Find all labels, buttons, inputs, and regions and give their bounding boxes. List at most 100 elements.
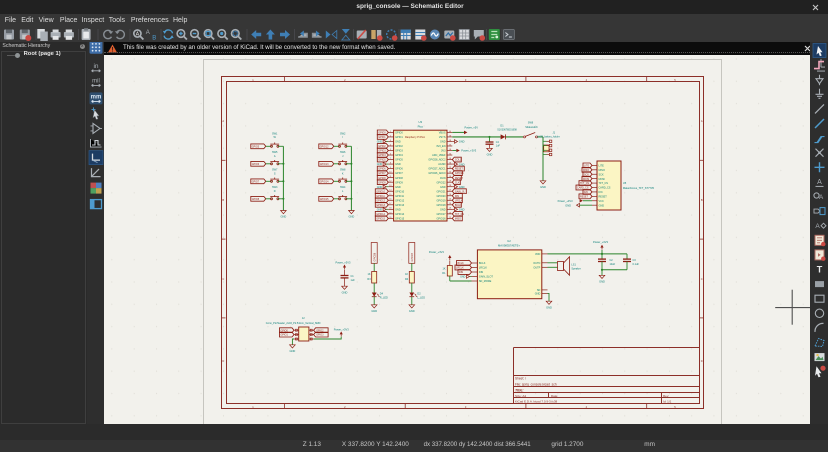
- svg-text:Date:: Date:: [551, 394, 558, 398]
- svg-text:39: 39: [449, 135, 451, 137]
- svg-text:GND: GND: [290, 349, 296, 353]
- svg-text:GND: GND: [535, 293, 541, 296]
- svg-text:GPIO0: GPIO0: [395, 132, 403, 135]
- svg-text:GPIO15: GPIO15: [395, 217, 405, 220]
- svg-text:25: 25: [449, 199, 451, 201]
- svg-text:D/C: D/C: [599, 191, 604, 194]
- svg-text:GPIO3: GPIO3: [378, 150, 386, 153]
- svg-text:16: 16: [389, 199, 391, 201]
- svg-text:GPIO14: GPIO14: [395, 213, 405, 216]
- svg-text:GND: GND: [395, 163, 401, 166]
- svg-text:D: D: [274, 190, 276, 193]
- svg-text:GPIO17: GPIO17: [436, 213, 446, 216]
- svg-text:in: in: [93, 63, 98, 70]
- svg-text:11: 11: [389, 176, 391, 178]
- svg-text:LRCLK: LRCLK: [455, 199, 463, 202]
- svg-text:LITE: LITE: [599, 165, 605, 168]
- svg-text:S1X30676D01698: S1X30676D01698: [497, 129, 517, 132]
- svg-text:GPIO5: GPIO5: [378, 159, 386, 162]
- svg-text:mm: mm: [91, 94, 102, 100]
- svg-text:BCLK: BCLK: [479, 262, 486, 265]
- svg-text:GPIO28_ADC2: GPIO28_ADC2: [428, 159, 446, 162]
- svg-text:A: A: [815, 223, 820, 230]
- svg-text:CARD_CS: CARD_CS: [599, 187, 611, 190]
- svg-text:GPIO27_ADC1: GPIO27_ADC1: [428, 168, 446, 171]
- svg-text:22: 22: [449, 212, 451, 214]
- svg-text:GPIO13: GPIO13: [376, 204, 385, 207]
- svg-text:C: C: [701, 277, 703, 281]
- svg-text:GPIO6: GPIO6: [395, 168, 403, 171]
- svg-text:12: 12: [389, 181, 391, 183]
- svg-text:B: B: [222, 198, 224, 202]
- svg-text:GPIO26: GPIO26: [455, 172, 464, 175]
- svg-text:DIN: DIN: [479, 271, 484, 274]
- svg-text:SW7: SW7: [272, 169, 278, 172]
- svg-text:GPIO10: GPIO10: [376, 190, 385, 193]
- svg-text:OUTN: OUTN: [533, 262, 540, 265]
- svg-text:GND: GND: [565, 203, 571, 207]
- svg-text:GPIO4: GPIO4: [395, 154, 403, 157]
- svg-text:GPIO8: GPIO8: [378, 177, 386, 180]
- svg-text:OUTP: OUTP: [533, 266, 540, 269]
- svg-text:9: 9: [390, 167, 391, 169]
- svg-text:36: 36: [449, 149, 451, 151]
- svg-text:GPIO28: GPIO28: [373, 252, 376, 261]
- svg-text:GPIO19: GPIO19: [436, 199, 446, 202]
- svg-text:GPIO8: GPIO8: [395, 177, 403, 180]
- svg-text:Power_+5V: Power_+5V: [465, 126, 479, 130]
- svg-text:GPIO7: GPIO7: [252, 180, 260, 183]
- svg-text:GND: GND: [460, 276, 466, 279]
- svg-text:Raspberry Pi Pico: Raspberry Pi Pico: [405, 136, 426, 139]
- svg-text:3: 3: [390, 140, 391, 142]
- svg-text:GPIO6: GPIO6: [378, 168, 386, 171]
- svg-text:GND: GND: [409, 309, 415, 313]
- svg-text:BCLK: BCLK: [458, 262, 465, 265]
- svg-text:GPIO6: GPIO6: [252, 163, 260, 166]
- svg-text:SW1: SW1: [272, 132, 278, 135]
- svg-text:28: 28: [449, 185, 451, 187]
- svg-text:GND: GND: [459, 162, 465, 166]
- svg-text:DIN: DIN: [455, 195, 459, 198]
- svg-text:A: A: [222, 119, 224, 123]
- svg-text:GPIO12: GPIO12: [376, 199, 385, 202]
- svg-text:Pico: Pico: [418, 124, 424, 128]
- svg-text:C: C: [222, 277, 224, 281]
- svg-text:GPIO14: GPIO14: [320, 180, 329, 183]
- svg-text:RESET: RESET: [455, 168, 464, 171]
- svg-text:10: 10: [389, 172, 391, 174]
- svg-text:2: 2: [390, 135, 391, 137]
- svg-text:Power_+3V3: Power_+3V3: [461, 149, 476, 153]
- svg-text:23: 23: [449, 208, 451, 210]
- svg-text:TFT_CS: TFT_CS: [455, 213, 464, 216]
- svg-text:GPIO1: GPIO1: [395, 136, 403, 139]
- svg-text:GND: GND: [599, 204, 605, 207]
- svg-text:SW8: SW8: [340, 169, 346, 172]
- svg-text:GPIO3: GPIO3: [316, 334, 324, 337]
- svg-text:GPIO11: GPIO11: [376, 195, 385, 198]
- svg-text:SW2: SW2: [340, 132, 346, 135]
- svg-text:D: D: [701, 359, 703, 363]
- svg-text:RESET: RESET: [599, 195, 608, 198]
- svg-text:20: 20: [389, 217, 391, 219]
- svg-text:8: 8: [390, 162, 391, 164]
- svg-text:GND: GND: [395, 186, 401, 189]
- svg-text:MakerFocus_TFT_ST7735: MakerFocus_TFT_ST7735: [623, 186, 655, 190]
- svg-text:17: 17: [389, 203, 391, 205]
- svg-text:GND: GND: [395, 208, 401, 211]
- svg-text:GND: GND: [459, 140, 465, 144]
- svg-text:29: 29: [449, 181, 451, 183]
- svg-text:GND: GND: [459, 185, 465, 189]
- svg-text:GPIO27: GPIO27: [411, 252, 414, 261]
- svg-text:40: 40: [449, 131, 451, 133]
- svg-text:GPIO15: GPIO15: [376, 217, 385, 220]
- svg-text:GPIO8: GPIO8: [252, 198, 260, 201]
- svg-text:GPIO22: GPIO22: [436, 181, 446, 184]
- svg-text:31: 31: [449, 172, 451, 174]
- svg-text:1K: 1K: [405, 273, 408, 276]
- svg-text:21: 21: [449, 217, 451, 219]
- svg-text:GPIO13: GPIO13: [395, 204, 405, 207]
- svg-text:Conn_PinHeader_2x03_P2.54mm_Ve: Conn_PinHeader_2x03_P2.54mm_Vertical_SMD: [266, 322, 321, 325]
- svg-text:MISO: MISO: [455, 217, 461, 220]
- svg-text:GND: GND: [440, 141, 446, 144]
- svg-text:U5: U5: [623, 181, 627, 185]
